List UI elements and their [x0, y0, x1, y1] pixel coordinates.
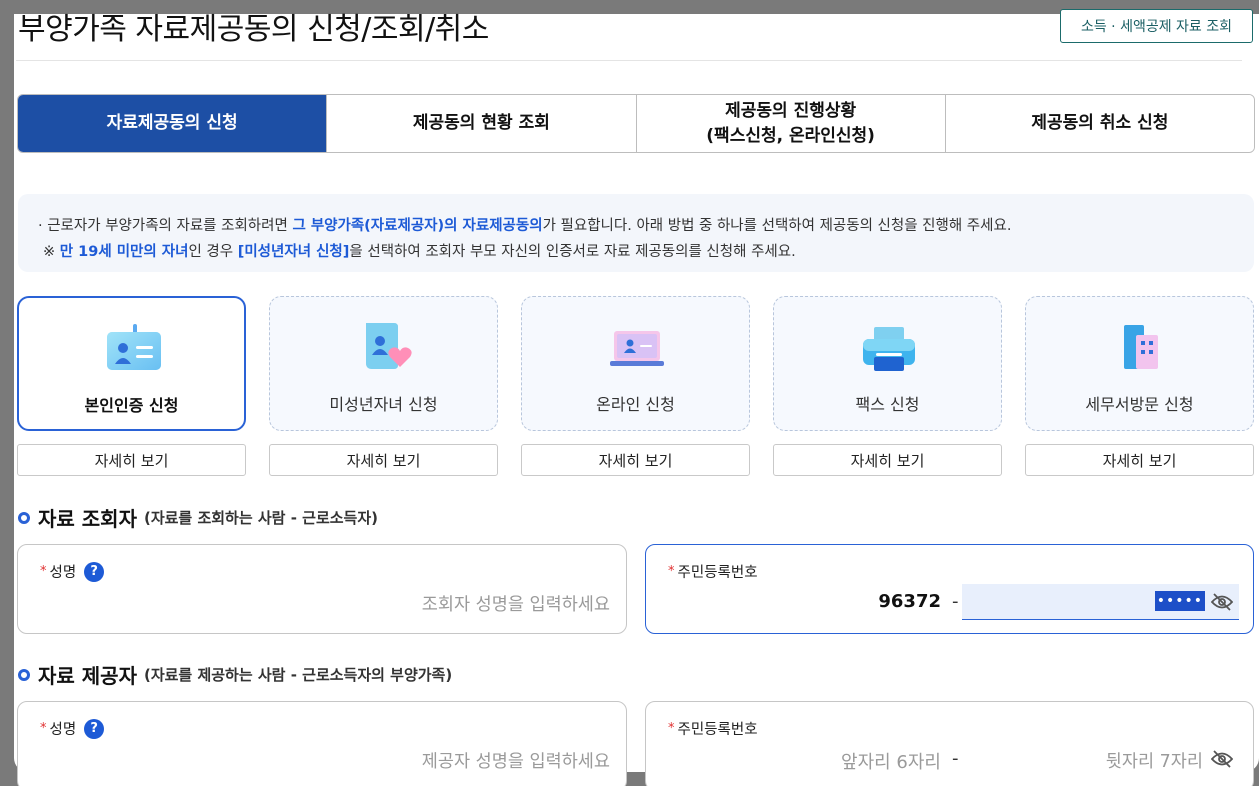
section-heading-viewer: 자료 조회자 (자료를 조회하는 사람 - 근로소득자)	[18, 503, 378, 532]
method-card-self-auth[interactable]: 본인인증 신청	[17, 296, 246, 431]
notice-text: 가 필요합니다. 아래 방법 중 하나를 선택하여 제공동의 신청을 진행해 주…	[542, 218, 1012, 234]
section-bullet-icon	[18, 511, 30, 524]
tab-label: 제공동의 현황 조회	[412, 113, 550, 133]
fax-printer-icon	[863, 327, 915, 371]
notice-text: 인 경우	[188, 244, 238, 260]
notice-line-1: · 근로자가 부양가족의 자료를 조회하려면 그 부양가족(자료제공자)의 자료…	[38, 214, 1011, 235]
section-title: 자료 제공자	[38, 664, 137, 688]
section-title: 자료 조회자	[38, 507, 137, 531]
section-subtitle: (자료를 제공하는 사람 - 근로소득자의 부양가족)	[143, 666, 453, 684]
required-mark: *	[40, 721, 47, 736]
rrn-back-masked-value: •••••	[1154, 591, 1205, 611]
tab-label: 제공동의 취소 신청	[1031, 113, 1169, 133]
method-label: 본인인증 신청	[84, 396, 179, 415]
id-card-icon	[107, 324, 161, 370]
eye-slash-icon[interactable]	[1211, 750, 1233, 768]
required-mark: *	[668, 721, 675, 736]
required-mark: *	[40, 564, 47, 579]
field-label-text: 주민등록번호	[677, 722, 758, 738]
rrn-dash: -	[952, 748, 959, 769]
tab-label-line2: (팩스신청, 온라인신청)	[706, 125, 875, 146]
help-icon[interactable]: ?	[84, 718, 105, 739]
viewer-name-placeholder: 조회자 성명을 입력하세요	[421, 595, 610, 615]
rrn-back-placeholder: 뒷자리 7자리	[1105, 752, 1203, 772]
rrn-back-input[interactable]: •••••	[962, 584, 1239, 620]
help-icon[interactable]: ?	[84, 561, 105, 582]
building-icon	[1124, 325, 1158, 369]
method-card-online[interactable]: 온라인 신청	[521, 296, 750, 431]
tab-consent-cancel[interactable]: 제공동의 취소 신청	[944, 95, 1254, 152]
child-heart-icon	[366, 323, 412, 369]
detail-button-online[interactable]: 자세히 보기	[521, 444, 750, 476]
provider-rrn-field[interactable]: * 주민등록번호 앞자리 6자리 - 뒷자리 7자리	[645, 701, 1254, 786]
reference-mark: ※	[43, 244, 60, 260]
method-label: 세무서방문 신청	[1085, 395, 1194, 414]
income-deduction-lookup-button[interactable]: 소득 · 세액공제 자료 조회	[1060, 9, 1253, 43]
notice-highlight: 만 19세 미만의 자녀	[59, 244, 189, 260]
page: 부양가족 자료제공동의 신청/조회/취소 소득 · 세액공제 자료 조회 자료제…	[0, 0, 1259, 786]
page-title: 부양가족 자료제공동의 신청/조회/취소	[18, 12, 489, 47]
field-label-text: 성명	[49, 722, 77, 738]
method-label: 팩스 신청	[855, 395, 920, 414]
eye-slash-icon[interactable]	[1211, 593, 1233, 611]
rrn-dash: -	[952, 591, 959, 612]
notice-line-2: ※ 만 19세 미만의 자녀인 경우 [미성년자녀 신청]을 선택하여 조회자 …	[43, 240, 796, 261]
detail-button-tax-office-visit[interactable]: 자세히 보기	[1025, 444, 1254, 476]
viewer-name-field[interactable]: * 성명 ? 조회자 성명을 입력하세요	[17, 544, 627, 634]
method-card-minor-child[interactable]: 미성년자녀 신청	[269, 296, 498, 431]
method-card-fax[interactable]: 팩스 신청	[773, 296, 1002, 431]
method-label: 온라인 신청	[596, 395, 675, 414]
tab-bar: 자료제공동의 신청 제공동의 현황 조회 제공동의 진행상황 (팩스신청, 온라인…	[17, 94, 1255, 153]
viewer-rrn-field[interactable]: * 주민등록번호 96372 - •••••	[645, 544, 1254, 634]
field-label-text: 성명	[49, 565, 77, 581]
method-card-tax-office-visit[interactable]: 세무서방문 신청	[1025, 296, 1254, 431]
method-label: 미성년자녀 신청	[329, 395, 438, 414]
notice-box: · 근로자가 부양가족의 자료를 조회하려면 그 부양가족(자료제공자)의 자료…	[18, 194, 1254, 272]
notice-text: 근로자가 부양가족의 자료를 조회하려면	[47, 218, 293, 234]
tab-label: 제공동의 진행상황 (팩스신청, 온라인신청)	[706, 99, 875, 149]
detail-button-self-auth[interactable]: 자세히 보기	[17, 444, 246, 476]
field-label: * 주민등록번호	[668, 561, 758, 582]
field-label: * 성명 ?	[40, 718, 105, 739]
tab-label-line1: 제공동의 진행상황	[725, 100, 857, 121]
detail-button-fax[interactable]: 자세히 보기	[773, 444, 1002, 476]
section-bullet-icon	[18, 668, 30, 681]
rrn-back-input[interactable]: 뒷자리 7자리	[962, 741, 1239, 777]
tab-consent-progress[interactable]: 제공동의 진행상황 (팩스신청, 온라인신청)	[635, 95, 945, 152]
section-subtitle: (자료를 조회하는 사람 - 근로소득자)	[143, 509, 378, 527]
notice-highlight: 그 부양가족(자료제공자)의 자료제공동의	[292, 218, 543, 234]
field-label-text: 주민등록번호	[677, 565, 758, 581]
divider	[16, 60, 1242, 61]
detail-button-minor-child[interactable]: 자세히 보기	[269, 444, 498, 476]
rrn-front-input[interactable]: 96372	[878, 591, 941, 612]
provider-name-placeholder: 제공자 성명을 입력하세요	[421, 752, 610, 772]
required-mark: *	[668, 564, 675, 579]
laptop-icon	[610, 331, 664, 366]
section-heading-provider: 자료 제공자 (자료를 제공하는 사람 - 근로소득자의 부양가족)	[18, 660, 452, 689]
field-label: * 성명 ?	[40, 561, 105, 582]
tab-label: 자료제공동의 신청	[106, 113, 238, 133]
rrn-front-input[interactable]: 앞자리 6자리	[841, 748, 941, 774]
bullet: ·	[38, 218, 43, 234]
notice-text: 을 선택하여 조회자 부모 자신의 인증서로 자료 제공동의를 신청해 주세요.	[349, 244, 796, 260]
provider-name-field[interactable]: * 성명 ? 제공자 성명을 입력하세요	[17, 701, 627, 786]
tab-consent-status[interactable]: 제공동의 현황 조회	[326, 95, 636, 152]
tab-consent-apply[interactable]: 자료제공동의 신청	[18, 95, 327, 152]
notice-highlight: [미성년자녀 신청]	[237, 244, 350, 260]
field-label: * 주민등록번호	[668, 718, 758, 739]
